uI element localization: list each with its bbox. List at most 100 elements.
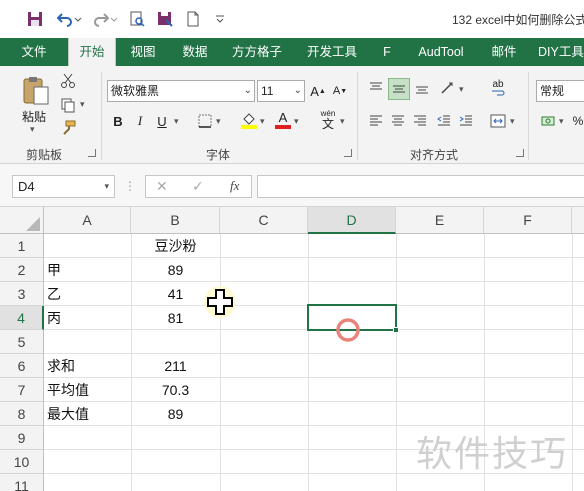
cell-a3[interactable]: 乙 bbox=[47, 282, 131, 306]
alignment-launcher-icon[interactable] bbox=[516, 149, 524, 157]
cell-a7[interactable]: 平均值 bbox=[47, 378, 131, 402]
row-header-11[interactable]: 11 bbox=[0, 474, 44, 491]
tab-diy-tools[interactable]: DIY工具 bbox=[538, 38, 584, 66]
merge-center-icon[interactable] bbox=[488, 112, 508, 130]
font-size-select[interactable]: 11 ⌄ bbox=[257, 80, 305, 102]
bold-button[interactable]: B bbox=[110, 112, 126, 130]
currency-dropdown-icon[interactable]: ▾ bbox=[559, 116, 564, 127]
row-header-5[interactable]: 5 bbox=[0, 330, 44, 354]
tab-home[interactable]: 开始 bbox=[68, 38, 116, 66]
tab-fangfang[interactable]: 方方格子 bbox=[226, 38, 288, 66]
row-header-4[interactable]: 4 bbox=[0, 306, 44, 330]
paste-icon[interactable] bbox=[18, 74, 54, 108]
italic-button[interactable]: I bbox=[132, 112, 148, 130]
border-dropdown-icon[interactable]: ▾ bbox=[216, 116, 221, 127]
bottom-align-icon[interactable] bbox=[412, 78, 432, 98]
row-header-9[interactable]: 9 bbox=[0, 426, 44, 450]
column-header-d[interactable]: D bbox=[308, 207, 396, 234]
wrap-text-icon[interactable]: ab bbox=[488, 78, 508, 98]
orientation-icon[interactable] bbox=[438, 78, 458, 98]
row-header-10[interactable]: 10 bbox=[0, 450, 44, 474]
grow-font-button[interactable]: A ▲ bbox=[309, 81, 327, 101]
column-header-b[interactable]: B bbox=[131, 207, 220, 234]
align-right-icon[interactable] bbox=[410, 112, 430, 130]
shrink-font-button[interactable]: A ▼ bbox=[331, 81, 349, 101]
cell-b8[interactable]: 89 bbox=[131, 402, 220, 426]
column-header-a[interactable]: A bbox=[44, 207, 131, 234]
cell-a2[interactable]: 甲 bbox=[47, 258, 131, 282]
new-document-icon[interactable] bbox=[184, 10, 202, 28]
customize-icon[interactable] bbox=[214, 10, 226, 28]
print-preview-icon[interactable] bbox=[128, 10, 146, 28]
cell-a4[interactable]: 丙 bbox=[47, 306, 131, 330]
row-header-3[interactable]: 3 bbox=[0, 282, 44, 306]
tab-developer[interactable]: 开发工具 bbox=[300, 38, 364, 66]
cell-a8[interactable]: 最大值 bbox=[47, 402, 131, 426]
save-icon[interactable] bbox=[26, 10, 44, 28]
underline-button[interactable]: U bbox=[154, 112, 170, 130]
paste-button[interactable]: 粘贴 bbox=[22, 108, 46, 125]
top-align-icon[interactable] bbox=[366, 78, 386, 98]
tab-f[interactable]: F bbox=[376, 38, 398, 66]
redo-dropdown-icon[interactable] bbox=[110, 10, 118, 28]
tab-audtool[interactable]: AudTool bbox=[408, 38, 474, 66]
underline-dropdown-icon[interactable]: ▾ bbox=[174, 116, 179, 127]
column-header-e[interactable]: E bbox=[396, 207, 484, 234]
percent-icon[interactable]: % bbox=[570, 112, 584, 130]
enter-icon[interactable]: ✓ bbox=[192, 178, 204, 195]
decrease-indent-icon[interactable] bbox=[434, 112, 454, 130]
format-painter-icon[interactable] bbox=[58, 119, 78, 137]
row-header-7[interactable]: 7 bbox=[0, 378, 44, 402]
orientation-dropdown-icon[interactable]: ▾ bbox=[459, 84, 464, 95]
cell-a6[interactable]: 求和 bbox=[47, 354, 131, 378]
tab-data[interactable]: 数据 bbox=[172, 38, 218, 66]
fill-color-icon[interactable] bbox=[240, 110, 258, 130]
column-header-g[interactable] bbox=[572, 207, 584, 234]
clipboard-launcher-icon[interactable] bbox=[88, 149, 96, 157]
name-box[interactable]: D4 ▾ bbox=[12, 175, 115, 198]
cancel-icon[interactable]: ✕ bbox=[156, 178, 168, 195]
fill-handle[interactable] bbox=[393, 327, 399, 333]
align-left-icon[interactable] bbox=[366, 112, 386, 130]
row-header-1[interactable]: 1 bbox=[0, 234, 44, 258]
insert-function-icon[interactable]: fx bbox=[230, 178, 239, 194]
name-box-dropdown-icon[interactable]: ▾ bbox=[104, 176, 109, 197]
paste-dropdown-icon[interactable]: ▾ bbox=[30, 124, 35, 135]
tab-view[interactable]: 视图 bbox=[120, 38, 166, 66]
font-launcher-icon[interactable] bbox=[344, 149, 352, 157]
select-all-corner[interactable] bbox=[0, 207, 44, 234]
phonetic-guide-icon[interactable]: wén 文 bbox=[318, 108, 338, 132]
row-header-2[interactable]: 2 bbox=[0, 258, 44, 282]
row-header-6[interactable]: 6 bbox=[0, 354, 44, 378]
font-family-select[interactable]: 微软雅黑 ⌄ bbox=[107, 80, 255, 102]
copy-icon[interactable] bbox=[58, 96, 78, 114]
cut-icon[interactable] bbox=[58, 72, 78, 90]
cell-b7[interactable]: 70.3 bbox=[131, 378, 220, 402]
currency-format-icon[interactable] bbox=[540, 112, 558, 130]
middle-align-icon[interactable] bbox=[388, 78, 410, 100]
tab-file[interactable]: 文件 bbox=[10, 38, 58, 66]
cell-b6[interactable]: 211 bbox=[131, 354, 220, 378]
copy-dropdown-icon[interactable]: ▾ bbox=[80, 99, 85, 110]
align-center-icon[interactable] bbox=[388, 112, 408, 130]
undo-icon[interactable] bbox=[56, 10, 74, 28]
tab-mail[interactable]: 邮件 bbox=[484, 38, 524, 66]
redo-icon[interactable] bbox=[92, 10, 110, 28]
fill-color-dropdown-icon[interactable]: ▾ bbox=[260, 116, 265, 127]
row-header-8[interactable]: 8 bbox=[0, 402, 44, 426]
formula-bar-grip-icon[interactable]: ⋮ bbox=[124, 180, 136, 192]
undo-dropdown-icon[interactable] bbox=[74, 10, 82, 28]
cell-b1[interactable]: 豆沙粉 bbox=[131, 234, 220, 258]
cell-b2[interactable]: 89 bbox=[131, 258, 220, 282]
column-header-f[interactable]: F bbox=[484, 207, 572, 234]
number-format-select[interactable]: 常规 bbox=[536, 80, 584, 102]
phonetic-dropdown-icon[interactable]: ▾ bbox=[340, 116, 345, 127]
border-icon[interactable] bbox=[196, 112, 214, 130]
merge-dropdown-icon[interactable]: ▾ bbox=[510, 116, 515, 127]
formula-input[interactable] bbox=[257, 175, 584, 198]
font-color-dropdown-icon[interactable]: ▾ bbox=[294, 116, 299, 127]
font-color-icon[interactable]: A bbox=[274, 110, 292, 130]
save-as-icon[interactable] bbox=[156, 10, 174, 28]
column-header-c[interactable]: C bbox=[220, 207, 308, 234]
increase-indent-icon[interactable] bbox=[456, 112, 476, 130]
